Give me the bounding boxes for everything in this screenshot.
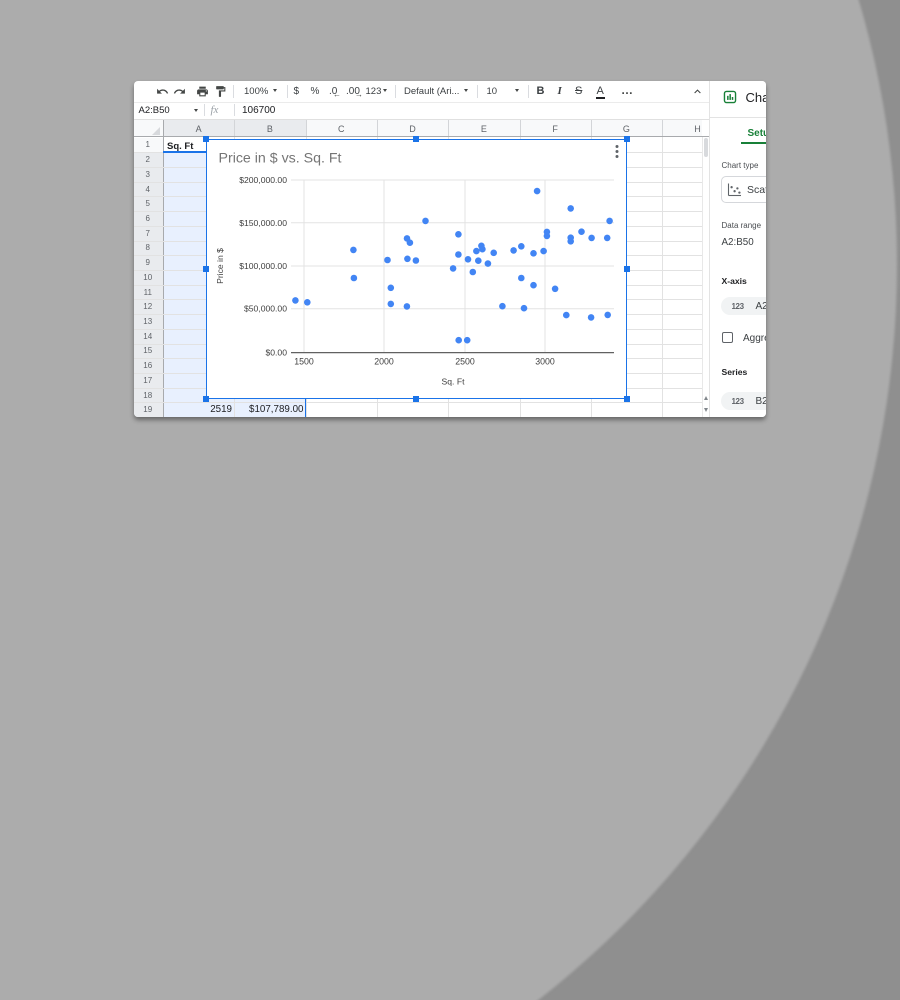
svg-text:2500: 2500 (455, 357, 475, 367)
svg-text:Sq. Ft: Sq. Ft (442, 377, 466, 387)
svg-text:1500: 1500 (294, 357, 314, 367)
svg-text:$100,000.00: $100,000.00 (239, 261, 287, 271)
svg-text:2000: 2000 (374, 357, 394, 367)
svg-text:$200,000.00: $200,000.00 (239, 175, 287, 185)
svg-text:$150,000.00: $150,000.00 (239, 218, 287, 228)
svg-text:Price in $ vs. Sq. Ft: Price in $ vs. Sq. Ft (219, 151, 342, 167)
svg-text:$0.00: $0.00 (265, 348, 287, 358)
svg-text:$50,000.00: $50,000.00 (244, 304, 287, 314)
svg-text:Price in $: Price in $ (215, 248, 225, 284)
svg-text:3000: 3000 (535, 357, 555, 367)
